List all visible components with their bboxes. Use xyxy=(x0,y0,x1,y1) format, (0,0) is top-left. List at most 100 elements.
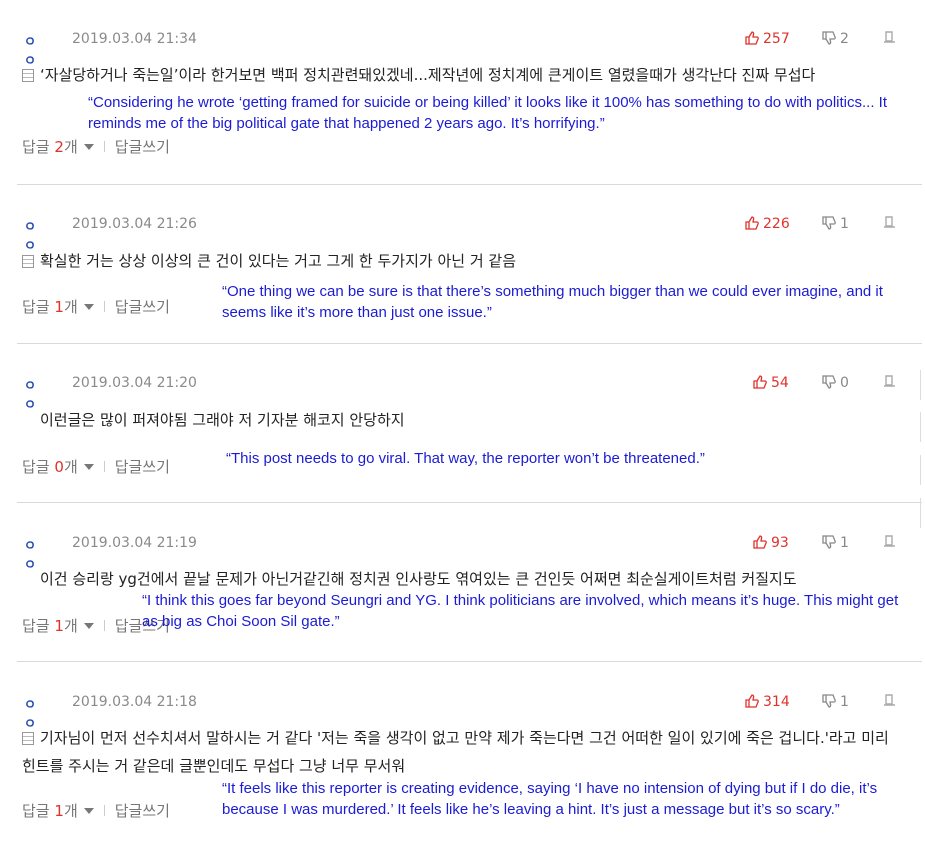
reply-unit: 개 xyxy=(63,802,78,820)
comment-date: 2019.03.04 21:18 xyxy=(72,694,197,710)
report-button[interactable] xyxy=(883,31,896,48)
vote-bar: 257 2 xyxy=(745,31,895,49)
reply-count: 0 xyxy=(54,458,64,476)
reply-unit: 개 xyxy=(63,458,78,476)
downvote-button[interactable]: 1 xyxy=(822,216,849,232)
divider xyxy=(103,461,105,472)
downvote-count: 1 xyxy=(840,216,849,232)
report-button[interactable] xyxy=(883,694,896,711)
upvote-count: 314 xyxy=(763,694,790,710)
report-icon xyxy=(883,31,896,48)
upvote-button[interactable]: 226 xyxy=(745,216,790,232)
chevron-down-icon xyxy=(83,304,94,310)
downvote-button[interactable]: 0 xyxy=(822,375,849,391)
scrollbar-edge xyxy=(920,455,925,485)
comment-date: 2019.03.04 21:26 xyxy=(72,216,197,232)
reply-count: 1 xyxy=(54,617,64,635)
thumbs-up-icon xyxy=(753,375,767,389)
thumbs-up-icon xyxy=(745,31,759,45)
thumbs-up-icon xyxy=(745,216,759,230)
upvote-button[interactable]: 257 xyxy=(745,31,790,47)
comment-body: 이건 승리랑 yg건에서 끝날 문제가 아닌거같긴해 정치권 인사랑도 엮여있는… xyxy=(40,570,797,588)
reply-toggle[interactable]: 답글 1개 xyxy=(22,802,94,820)
reply-unit: 개 xyxy=(63,298,78,316)
reply-toggle[interactable]: 답글 1개 xyxy=(22,617,94,635)
translation-caption: “I think this goes far beyond Seungri an… xyxy=(142,590,907,632)
reply-label: 답글 xyxy=(22,138,50,156)
downvote-button[interactable]: 1 xyxy=(822,694,849,710)
write-reply-button[interactable]: 답글쓰기 xyxy=(115,298,170,316)
reply-count: 2 xyxy=(54,138,64,156)
upvote-button[interactable]: 93 xyxy=(753,535,789,551)
reply-label: 답글 xyxy=(22,458,50,476)
downvote-count: 1 xyxy=(840,694,849,710)
thumbs-up-icon xyxy=(745,694,759,708)
comment-text: ‘자살당하거나 죽는일’이라 한거보면 백퍼 정치관련돼있겠네...제작년에 정… xyxy=(22,61,892,89)
reply-toggle[interactable]: 답글 0개 xyxy=(22,458,94,476)
upvote-count: 54 xyxy=(771,375,789,391)
divider xyxy=(103,301,105,312)
comment-divider xyxy=(17,661,922,662)
reply-label: 답글 xyxy=(22,617,50,635)
reply-unit: 개 xyxy=(63,138,78,156)
comment-divider xyxy=(17,184,922,185)
write-reply-button[interactable]: 답글쓰기 xyxy=(115,458,170,476)
upvote-count: 226 xyxy=(763,216,790,232)
reply-toggle[interactable]: 답글 1개 xyxy=(22,298,94,316)
thumbs-down-icon xyxy=(822,375,836,389)
thumbs-down-icon xyxy=(822,31,836,45)
scrollbar-edge xyxy=(920,412,925,442)
comment-date: 2019.03.04 21:19 xyxy=(72,535,197,551)
comment-body: ‘자살당하거나 죽는일’이라 한거보면 백퍼 정치관련돼있겠네...제작년에 정… xyxy=(40,66,816,84)
divider xyxy=(103,805,105,816)
reply-label: 답글 xyxy=(22,802,50,820)
chevron-down-icon xyxy=(83,623,94,629)
author-nickname[interactable]: ㅇㅇ xyxy=(24,535,38,573)
downvote-count: 1 xyxy=(840,535,849,551)
reply-row: 답글 1개 답글쓰기 xyxy=(22,296,170,317)
scrollbar-edge xyxy=(920,370,925,400)
report-button[interactable] xyxy=(883,535,896,552)
report-button[interactable] xyxy=(883,375,896,392)
thumbs-up-icon xyxy=(753,535,767,549)
thumbs-down-icon xyxy=(822,535,836,549)
reply-count: 1 xyxy=(54,802,64,820)
comment-date: 2019.03.04 21:20 xyxy=(72,375,197,391)
comment-body: 확실한 거는 상상 이상의 큰 건이 있다는 거고 그게 한 두가지가 아닌 거… xyxy=(40,252,516,270)
vote-bar: 314 1 xyxy=(745,694,895,712)
reply-unit: 개 xyxy=(63,617,78,635)
reply-row: 답글 0개 답글쓰기 xyxy=(22,456,170,477)
upvote-button[interactable]: 54 xyxy=(753,375,789,391)
vote-bar: 93 1 xyxy=(753,535,895,553)
upvote-button[interactable]: 314 xyxy=(745,694,790,710)
comment-date: 2019.03.04 21:34 xyxy=(72,31,197,47)
downvote-button[interactable]: 1 xyxy=(822,535,849,551)
reply-count: 1 xyxy=(54,298,64,316)
translation-caption: “Considering he wrote ‘getting framed fo… xyxy=(88,94,888,132)
comment-text: 이건 승리랑 yg건에서 끝날 문제가 아닌거같긴해 정치권 인사랑도 엮여있는… xyxy=(40,565,910,593)
chevron-down-icon xyxy=(83,464,94,470)
chevron-down-icon xyxy=(83,808,94,814)
reply-row: 답글 2개 답글쓰기 xyxy=(22,136,170,157)
memo-icon xyxy=(22,255,34,268)
comment-text: 기자님이 먼저 선수치셔서 말하시는 거 같다 '저는 죽을 생각이 없고 만약… xyxy=(22,724,892,780)
write-reply-button[interactable]: 답글쓰기 xyxy=(115,802,170,820)
downvote-count: 0 xyxy=(840,375,849,391)
author-nickname[interactable]: ㅇㅇ xyxy=(24,375,38,413)
downvote-button[interactable]: 2 xyxy=(822,31,849,47)
vote-bar: 226 1 xyxy=(745,216,895,234)
write-reply-button[interactable]: 답글쓰기 xyxy=(115,138,170,156)
downvote-count: 2 xyxy=(840,31,849,47)
report-icon xyxy=(883,216,896,233)
comment-divider xyxy=(17,502,922,503)
report-icon xyxy=(883,694,896,711)
divider xyxy=(103,620,105,631)
report-icon xyxy=(883,535,896,552)
reply-toggle[interactable]: 답글 2개 xyxy=(22,138,94,156)
report-button[interactable] xyxy=(883,216,896,233)
reply-row: 답글 1개 답글쓰기 xyxy=(22,800,170,821)
translation-caption: “One thing we can be sure is that there’… xyxy=(222,283,883,321)
scrollbar-edge xyxy=(920,498,925,528)
memo-icon xyxy=(22,69,34,82)
comment-text: 이런글은 많이 퍼져야됨 그래야 저 기자분 해코지 안당하지 xyxy=(40,406,900,434)
